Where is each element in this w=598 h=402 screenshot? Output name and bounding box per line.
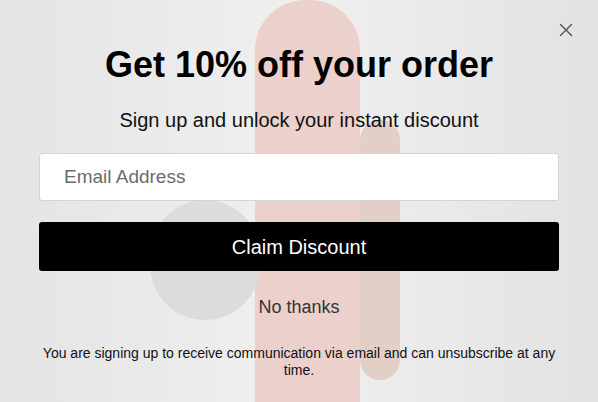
disclaimer-text: You are signing up to receive communicat… [39,345,559,379]
close-icon [555,19,577,41]
popup-content: Get 10% off your order Sign up and unlock… [0,0,598,379]
popup-subtitle: Sign up and unlock your instant discount [39,106,559,134]
claim-discount-button[interactable]: Claim Discount [39,222,559,271]
email-input[interactable] [39,153,559,201]
popup-title: Get 10% off your order [39,43,559,87]
close-button[interactable] [554,18,578,42]
discount-popup: Get 10% off your order Sign up and unlock… [0,0,598,402]
no-thanks-button[interactable]: No thanks [258,295,339,319]
